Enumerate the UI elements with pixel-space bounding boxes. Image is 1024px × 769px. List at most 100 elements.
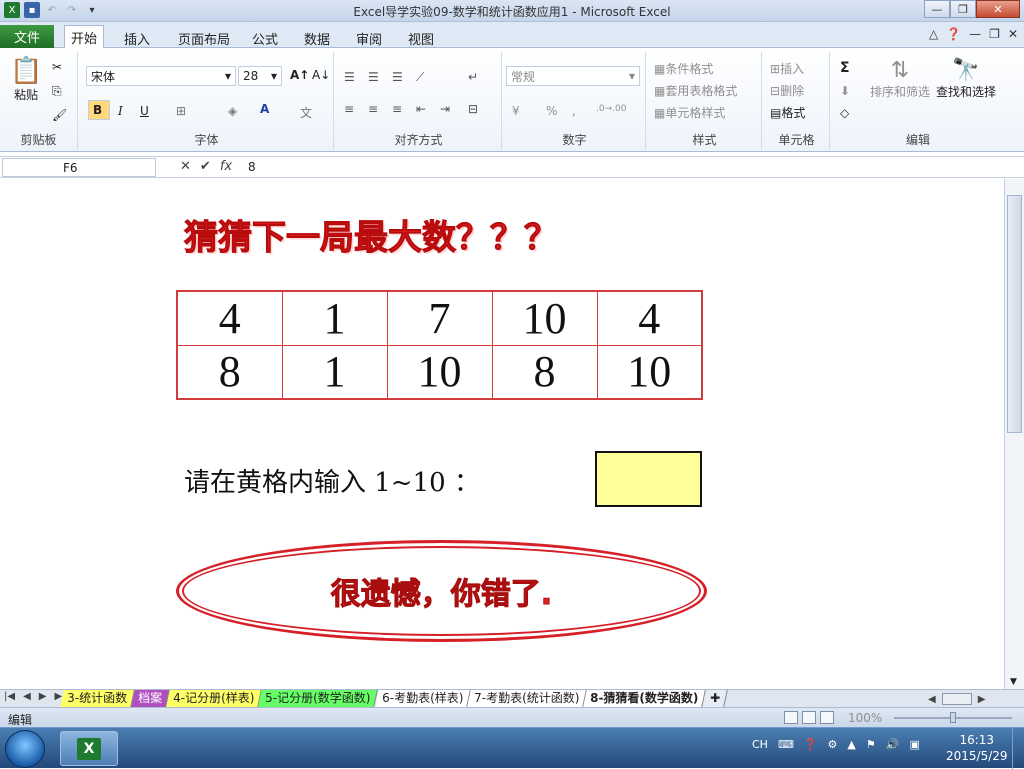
sheet-tab-active[interactable]: 8-猜猜看(数学函数) [583, 690, 707, 707]
decrease-indent-icon[interactable]: ⇤ [416, 102, 426, 116]
workbook-close-icon[interactable]: ✕ [1008, 27, 1018, 41]
tab-insert[interactable]: 插入 [118, 27, 156, 48]
font-color-icon[interactable]: A [260, 102, 269, 116]
show-hidden-icon[interactable]: ▲ [847, 738, 855, 751]
sheet-tab[interactable]: 4-记分册(样表) [166, 690, 263, 707]
increase-indent-icon[interactable]: ⇥ [440, 102, 450, 116]
sheet-tab[interactable]: 3-统计函数 [60, 690, 135, 707]
shrink-font-icon[interactable]: A↓ [312, 68, 330, 82]
next-sheet-icon[interactable]: ▶ [39, 691, 47, 702]
orientation-icon[interactable]: ⟋ [416, 70, 424, 85]
start-button[interactable] [5, 730, 45, 768]
clear-icon[interactable]: ◇ [840, 106, 849, 120]
grid-cell[interactable]: 8 [491, 344, 598, 400]
insert-function-button[interactable]: fx [220, 159, 232, 174]
conditional-format-button[interactable]: ▦ 条件格式 [654, 60, 713, 77]
delete-cells-button[interactable]: ⊟ 删除 [770, 82, 804, 99]
grid-cell[interactable]: 10 [491, 290, 598, 346]
language-indicator[interactable]: CH [752, 738, 768, 751]
number-format-select[interactable]: 常规 ▾ [506, 66, 640, 86]
tab-formulas[interactable]: 公式 [246, 27, 284, 48]
scroll-thumb[interactable] [1007, 195, 1022, 433]
font-size-select[interactable]: 28 ▾ [238, 66, 282, 86]
help-icon[interactable]: ❓ [804, 738, 818, 751]
prev-sheet-icon[interactable]: ◀ [23, 691, 31, 702]
cell-styles-button[interactable]: ▦ 单元格样式 [654, 104, 725, 121]
autosum-button[interactable]: Σ [840, 60, 850, 76]
align-left-icon[interactable]: ≡ [344, 102, 354, 116]
vertical-scrollbar[interactable]: ▼ [1004, 179, 1024, 689]
insert-cells-button[interactable]: ⊞ 插入 [770, 60, 804, 77]
comma-button[interactable]: , [572, 104, 576, 118]
flag-icon[interactable]: ⚑ [866, 738, 876, 751]
format-cells-button[interactable]: ▤ 格式 [770, 104, 805, 121]
tab-home[interactable]: 开始 [64, 25, 105, 48]
clock[interactable]: 16:13 2015/5/29 [946, 732, 1008, 764]
sheet-tab[interactable]: 档案 [131, 690, 170, 707]
show-desktop-button[interactable] [1012, 728, 1024, 769]
paste-button[interactable]: 📋 粘贴 [10, 56, 42, 103]
percent-button[interactable]: % [546, 104, 557, 118]
grid-cell[interactable]: 4 [596, 290, 703, 346]
volume-icon[interactable]: 🔊 [886, 738, 900, 751]
keyboard-icon[interactable]: ⌨ [778, 738, 794, 751]
settings-icon[interactable]: ⚙ [828, 738, 838, 751]
tab-page-layout[interactable]: 页面布局 [172, 27, 236, 48]
formula-input[interactable]: 8 [248, 160, 256, 174]
grid-cell[interactable]: 4 [176, 290, 283, 346]
align-middle-icon[interactable]: ☰ [368, 70, 379, 84]
insert-sheet-icon[interactable]: ✚ [702, 690, 728, 707]
cancel-icon[interactable]: ✕ [180, 159, 191, 174]
merge-center-icon[interactable]: ⊟ [468, 102, 478, 116]
sheet-tab[interactable]: 7-考勤表(统计函数) [467, 690, 588, 707]
page-layout-view-icon[interactable] [802, 711, 816, 724]
grow-font-icon[interactable]: A↑ [290, 68, 309, 82]
sort-filter-button[interactable]: ⇅ 排序和筛选 [870, 58, 930, 100]
scroll-right-icon[interactable]: ▶ [978, 694, 986, 705]
minimize-button[interactable]: — [924, 0, 950, 18]
currency-icon[interactable]: ¥ [512, 104, 520, 118]
zoom-slider-thumb[interactable] [950, 712, 956, 723]
enter-icon[interactable]: ✔ [200, 159, 211, 174]
grid-cell[interactable]: 10 [386, 344, 493, 400]
align-top-icon[interactable]: ☰ [344, 70, 355, 84]
scroll-left-icon[interactable]: ◀ [928, 694, 936, 705]
zoom-level[interactable]: 100% [848, 711, 882, 725]
normal-view-icon[interactable] [784, 711, 798, 724]
maximize-button[interactable]: ❐ [950, 0, 976, 18]
increase-decimal-icon[interactable]: .0→.00 [596, 104, 626, 114]
scroll-thumb[interactable] [941, 693, 972, 705]
format-painter-icon[interactable]: 🖌 [52, 108, 67, 122]
scroll-down-icon[interactable]: ▼ [1010, 677, 1017, 687]
tab-view[interactable]: 视图 [402, 27, 440, 48]
taskbar-excel-button[interactable]: X [60, 731, 118, 766]
bold-button[interactable]: B [88, 100, 110, 120]
minimize-ribbon-icon[interactable]: △ [929, 27, 938, 41]
cut-icon[interactable]: ✂ [52, 60, 62, 74]
align-center-icon[interactable]: ≡ [368, 102, 378, 116]
font-name-select[interactable]: 宋体 ▾ [86, 66, 236, 86]
network-icon[interactable]: ▣ [909, 738, 919, 751]
align-bottom-icon[interactable]: ☰ [392, 70, 403, 84]
fill-color-icon[interactable]: ◈ [228, 104, 237, 118]
sheet-tab[interactable]: 5-记分册(数学函数) [258, 690, 379, 707]
align-right-icon[interactable]: ≡ [392, 102, 402, 116]
copy-icon[interactable]: ⎘ [52, 84, 62, 99]
grid-cell[interactable]: 1 [281, 344, 388, 400]
tab-file[interactable]: 文件 [0, 25, 54, 48]
format-as-table-button[interactable]: ▦ 套用表格格式 [654, 82, 737, 99]
italic-button[interactable]: I [118, 104, 123, 118]
grid-cell[interactable]: 1 [281, 290, 388, 346]
phonetic-icon[interactable]: 文 [300, 104, 312, 121]
name-box[interactable]: F6 [2, 158, 156, 177]
grid-cell[interactable]: 8 [176, 344, 283, 400]
answer-input-cell[interactable] [595, 451, 702, 507]
first-sheet-icon[interactable]: |◀ [4, 691, 15, 702]
workbook-restore-icon[interactable]: ❐ [989, 27, 1000, 41]
tab-data[interactable]: 数据 [298, 27, 336, 48]
grid-cell[interactable]: 7 [386, 290, 493, 346]
page-break-view-icon[interactable] [820, 711, 834, 724]
sheet-tab[interactable]: 6-考勤表(样表) [374, 690, 471, 707]
tab-review[interactable]: 审阅 [350, 27, 388, 48]
wrap-text-icon[interactable]: ↵ [468, 70, 478, 84]
